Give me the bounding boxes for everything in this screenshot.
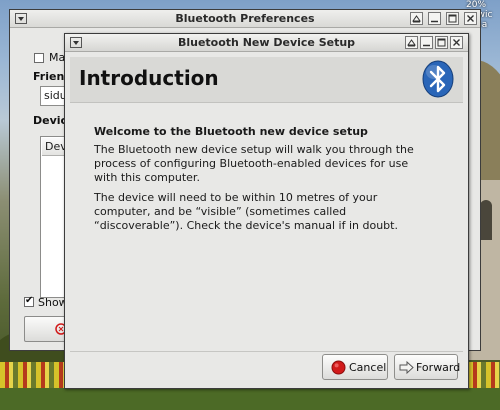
preferences-action-button[interactable] — [24, 316, 68, 342]
checkbox-label: Ma — [49, 51, 66, 64]
shade-icon — [407, 39, 416, 47]
stop-icon — [331, 360, 346, 375]
minimize-icon — [423, 44, 430, 47]
church-window — [480, 200, 492, 240]
close-button[interactable] — [464, 12, 477, 25]
minimize-icon — [431, 20, 438, 23]
preference-checkbox[interactable] — [34, 53, 44, 63]
welcome-heading: Welcome to the Bluetooth new device setu… — [94, 125, 368, 138]
forward-arrow-icon — [399, 360, 414, 375]
close-button[interactable] — [450, 36, 463, 49]
titlebar: Bluetooth Preferences — [10, 10, 480, 28]
page-title: Introduction — [79, 66, 219, 90]
shade-button[interactable] — [405, 36, 418, 49]
intro-text: Welcome to the Bluetooth new device setu… — [94, 125, 424, 239]
close-icon — [453, 39, 460, 46]
shade-icon — [412, 15, 421, 23]
titlebar: Bluetooth New Device Setup — [65, 34, 468, 52]
grass — [0, 388, 500, 410]
maximize-button[interactable] — [446, 12, 459, 25]
cancel-button[interactable]: Cancel — [322, 354, 388, 380]
shade-button[interactable] — [410, 12, 423, 25]
button-separator — [70, 351, 463, 352]
maximize-icon — [437, 38, 446, 47]
intro-paragraph: The Bluetooth new device setup will walk… — [94, 143, 414, 184]
bluetooth-icon — [422, 60, 454, 98]
minimize-button[interactable] — [420, 36, 433, 49]
show-icon-checkbox[interactable] — [24, 295, 34, 307]
maximize-icon — [448, 14, 457, 23]
close-icon — [467, 15, 474, 22]
forward-label: Forward — [416, 361, 461, 374]
bluetooth-new-device-setup-window: Bluetooth New Device Setup Introduction … — [64, 33, 469, 389]
assistant-content: Introduction Welcome to the Bluetooth ne… — [66, 53, 467, 387]
devices-label: Devic — [33, 114, 68, 127]
range-paragraph: The device will need to be within 10 met… — [94, 191, 398, 232]
forward-button[interactable]: Forward — [394, 354, 461, 380]
maximize-button[interactable] — [435, 36, 448, 49]
page-header: Introduction — [70, 57, 463, 103]
cancel-label: Cancel — [349, 361, 387, 374]
minimize-button[interactable] — [428, 12, 441, 25]
